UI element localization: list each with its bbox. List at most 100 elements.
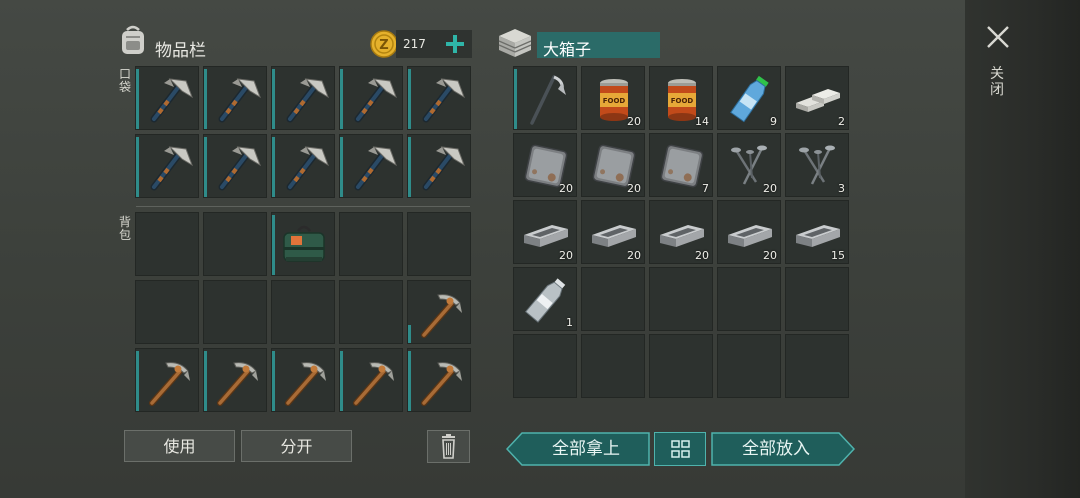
- item-count: 3: [838, 182, 845, 195]
- backpack-icon: [118, 24, 148, 56]
- chest-slot[interactable]: [649, 267, 713, 331]
- chest-slot[interactable]: 20: [717, 200, 781, 264]
- backpack-slot[interactable]: [203, 348, 267, 412]
- right-strip: [965, 0, 1080, 498]
- hatchet-icon: [218, 146, 261, 191]
- chest-slot[interactable]: 7: [649, 133, 713, 197]
- backpack-slot[interactable]: [135, 348, 199, 412]
- chest-slot[interactable]: 3: [785, 133, 849, 197]
- svg-text:Z: Z: [379, 38, 388, 53]
- chest-slot[interactable]: 15: [785, 200, 849, 264]
- pocket-slot[interactable]: [339, 134, 403, 198]
- use-button[interactable]: 使用: [124, 430, 235, 462]
- backpack-slot[interactable]: [407, 348, 471, 412]
- chest-name: 大箱子: [543, 40, 592, 59]
- item-count: 7: [702, 182, 709, 195]
- backpack-slot[interactable]: [203, 280, 267, 344]
- backpack-slot[interactable]: [339, 348, 403, 412]
- trash-button[interactable]: [427, 430, 470, 463]
- pocket-slot[interactable]: [135, 66, 199, 130]
- backpack-slot[interactable]: [271, 348, 335, 412]
- hatchet-icon: [150, 78, 193, 123]
- pocket-slot[interactable]: [203, 66, 267, 130]
- item-count: 2: [838, 115, 845, 128]
- chest-slot[interactable]: [785, 334, 849, 398]
- chest-slot[interactable]: 20: [717, 133, 781, 197]
- pickaxe-icon: [421, 362, 462, 406]
- chest-slot[interactable]: [717, 267, 781, 331]
- chest-slot[interactable]: [717, 334, 781, 398]
- chest-slot[interactable]: FOOD 20: [581, 66, 645, 130]
- chest-slot[interactable]: 20: [649, 200, 713, 264]
- item-count: 20: [559, 182, 573, 195]
- chest-slot[interactable]: [649, 334, 713, 398]
- pocket-slot[interactable]: [135, 134, 199, 198]
- chest-slot[interactable]: FOOD 14: [649, 66, 713, 130]
- split-button[interactable]: 分开: [241, 430, 352, 462]
- pickaxe-icon: [353, 362, 394, 406]
- item-count: 14: [695, 115, 709, 128]
- backpack-slot[interactable]: [135, 212, 199, 276]
- pickaxe-icon: [149, 362, 190, 406]
- backpack-slot[interactable]: [271, 212, 335, 276]
- item-count: 20: [763, 182, 777, 195]
- pocket-slot[interactable]: [407, 66, 471, 130]
- hatchet-icon: [354, 78, 397, 123]
- backpack-slot[interactable]: [135, 280, 199, 344]
- close-label[interactable]: 关闭: [990, 66, 1006, 98]
- backpack-slot[interactable]: [407, 212, 471, 276]
- chest-slot[interactable]: [513, 334, 577, 398]
- sort-grid-icon: [671, 440, 690, 458]
- coin-icon: Z: [370, 30, 398, 58]
- pocket-slot[interactable]: [271, 134, 335, 198]
- chest-icon: [496, 26, 534, 60]
- pocket-slot[interactable]: [407, 134, 471, 198]
- item-count: 20: [763, 249, 777, 262]
- close-icon[interactable]: [985, 24, 1011, 50]
- chest-slot[interactable]: 1: [513, 267, 577, 331]
- chest-slot[interactable]: 20: [513, 200, 577, 264]
- chest-slot[interactable]: 9: [717, 66, 781, 130]
- hatchet-icon: [354, 146, 397, 191]
- backpack-slot[interactable]: [339, 212, 403, 276]
- inventory-title: 物品栏: [155, 41, 206, 61]
- add-coins-button[interactable]: [444, 32, 466, 56]
- put-all-button[interactable]: 全部放入: [711, 432, 855, 466]
- green-bag-icon: [283, 225, 325, 262]
- item-count: 1: [566, 316, 573, 329]
- chest-slot[interactable]: [785, 267, 849, 331]
- pickaxe-icon: [285, 362, 326, 406]
- coin-count: 217: [403, 37, 426, 51]
- put-all-label: 全部放入: [742, 439, 810, 459]
- backpack-slot[interactable]: [407, 280, 471, 344]
- chest-slot[interactable]: 2: [785, 66, 849, 130]
- backpack-slot[interactable]: [339, 280, 403, 344]
- pickaxe-icon: [421, 294, 462, 338]
- backpack-slot[interactable]: [203, 212, 267, 276]
- chest-slot[interactable]: [581, 267, 645, 331]
- hatchet-icon: [218, 78, 261, 123]
- sort-button[interactable]: [654, 432, 706, 466]
- item-count: 20: [627, 115, 641, 128]
- pocket-slot[interactable]: [271, 66, 335, 130]
- hatchet-icon: [150, 146, 193, 191]
- chest-slot[interactable]: [581, 334, 645, 398]
- hatchet-icon: [422, 146, 465, 191]
- pocket-slot[interactable]: [203, 134, 267, 198]
- item-count: 15: [831, 249, 845, 262]
- trash-icon: [442, 434, 455, 459]
- svg-text:FOOD: FOOD: [671, 97, 694, 105]
- item-count: 20: [559, 249, 573, 262]
- hatchet-icon: [286, 78, 329, 123]
- backpack-slot[interactable]: [271, 280, 335, 344]
- chest-slot[interactable]: 20: [581, 200, 645, 264]
- chest-slot[interactable]: [513, 66, 577, 130]
- pocket-label: 口袋: [119, 67, 132, 94]
- pocket-slot[interactable]: [339, 66, 403, 130]
- chest-slot[interactable]: 20: [581, 133, 645, 197]
- item-count: 20: [627, 182, 641, 195]
- take-all-button[interactable]: 全部拿上: [506, 432, 650, 466]
- chest-slot[interactable]: 20: [513, 133, 577, 197]
- hatchet-icon: [422, 78, 465, 123]
- item-count: 20: [695, 249, 709, 262]
